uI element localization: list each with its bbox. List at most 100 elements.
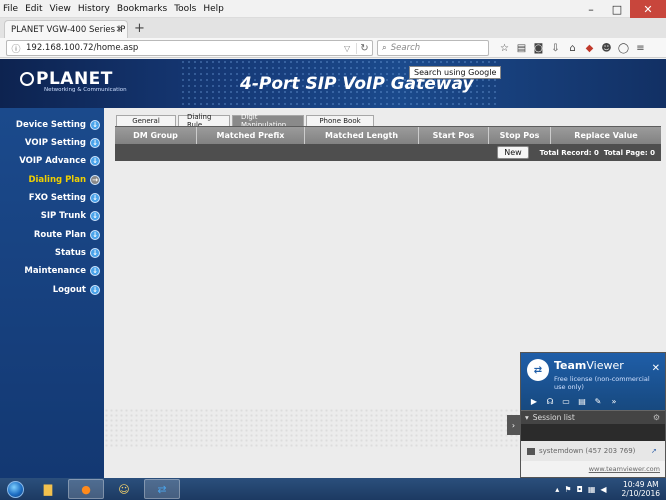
tab-dialing-rule[interactable]: Dialing Rule: [178, 113, 230, 129]
menu-history[interactable]: History: [78, 4, 110, 14]
info-icon[interactable]: ⓘ: [11, 43, 21, 55]
search-tooltip: Search using Google: [409, 66, 502, 79]
column-header: Matched Prefix: [197, 127, 305, 144]
tab-digit-manipulation[interactable]: Digit Manipulation: [232, 113, 304, 129]
clock[interactable]: 10:49 AM 2/10/2016: [622, 480, 660, 498]
taskbar-app[interactable]: ☺: [106, 479, 142, 499]
addon-icon[interactable]: ◆: [581, 40, 598, 56]
tab-general[interactable]: General: [116, 115, 176, 126]
file-icon[interactable]: ▤: [575, 397, 589, 406]
sidebar-item-dialing-plan[interactable]: Dialing Plan →: [28, 175, 100, 185]
headset-icon[interactable]: ☊: [543, 397, 557, 406]
close-window-icon[interactable]: ✕: [630, 0, 666, 18]
sidebar-item-voip-advance[interactable]: VOIP Advance ↓: [19, 156, 100, 166]
hello-icon[interactable]: ☻: [598, 40, 615, 56]
menu-file[interactable]: File: [3, 4, 18, 14]
sidebar-item-fxo-setting[interactable]: FXO Setting ↓: [29, 193, 100, 203]
decorative-dots: [104, 408, 519, 448]
sidebar-item-device-setting[interactable]: Device Setting ↓: [16, 120, 100, 130]
search-input[interactable]: ⌕ Search: [377, 40, 489, 56]
session-list-label: Session list: [532, 413, 575, 422]
url-bar[interactable]: ⓘ 192.168.100.72/home.asp ▽ ↻: [6, 40, 373, 56]
flag-icon[interactable]: ⚑: [564, 485, 571, 494]
teamviewer-link[interactable]: www.teamviewer.com: [589, 465, 660, 473]
gear-icon[interactable]: ⚙: [653, 413, 660, 422]
chat-icon[interactable]: ◯: [615, 40, 632, 56]
close-tab-icon[interactable]: ✕: [115, 25, 123, 35]
table-footer: New Total Record: 0 Total Page: 0: [115, 144, 661, 161]
teamviewer-icon: ⇄: [157, 482, 167, 496]
new-tab-icon[interactable]: +: [134, 21, 145, 36]
whiteboard-icon[interactable]: ✎: [591, 397, 605, 406]
bookmark-star-icon[interactable]: ☆: [496, 40, 513, 56]
arrow-down-icon: ↓: [90, 138, 100, 148]
tray-arrow-icon[interactable]: ▴: [555, 485, 559, 494]
session-item[interactable]: systemdown (457 203 769) ➚: [521, 441, 665, 461]
header-banner: PLANET Networking & Communication 4-Port…: [0, 59, 666, 108]
video-icon[interactable]: ▶: [527, 397, 541, 406]
chat-icon[interactable]: ▭: [559, 397, 573, 406]
sidebar-item-status[interactable]: Status ↓: [55, 248, 100, 258]
windows-orb-icon: [6, 480, 24, 498]
sidebar-item-voip-setting[interactable]: VOIP Setting ↓: [25, 138, 100, 148]
menu-tools[interactable]: Tools: [174, 4, 196, 14]
taskbar-explorer[interactable]: ▇: [30, 479, 66, 499]
arrow-down-icon: ↓: [90, 285, 100, 295]
column-header: DM Group: [115, 127, 197, 144]
teamviewer-tools: ▶ ☊ ▭ ▤ ✎ »: [527, 397, 623, 406]
arrow-down-icon: ↓: [90, 230, 100, 240]
total-record: Total Record: 0: [539, 148, 599, 157]
config-tabs: General Dialing Rule Digit Manipulation …: [116, 113, 376, 129]
network-icon[interactable]: ▦: [588, 485, 596, 494]
download-icon[interactable]: ⇩: [547, 40, 564, 56]
reload-icon[interactable]: ↻: [356, 42, 372, 54]
firefox-icon: ●: [81, 482, 91, 496]
home-icon[interactable]: ⌂: [564, 40, 581, 56]
start-button[interactable]: [0, 478, 30, 500]
collapse-arrow-icon[interactable]: ›: [507, 415, 520, 435]
close-icon[interactable]: ✕: [652, 363, 660, 374]
menu-view[interactable]: View: [50, 4, 71, 14]
column-header: Replace Value: [574, 131, 638, 140]
tab-strip: PLANET VGW-400 Series IP Tel... ✕ +: [0, 18, 666, 38]
menu-bar: File Edit View History Bookmarks Tools H…: [0, 0, 666, 18]
menu-bookmarks[interactable]: Bookmarks: [117, 4, 167, 14]
pocket-icon[interactable]: ◙: [530, 40, 547, 56]
arrow-down-icon: ↓: [90, 211, 100, 221]
arrow-down-icon: ↓: [90, 248, 100, 258]
url-text[interactable]: 192.168.100.72/home.asp: [26, 43, 344, 53]
chevron-down-icon[interactable]: ▽: [344, 44, 356, 53]
sidebar-item-route-plan[interactable]: Route Plan ↓: [34, 230, 100, 240]
expand-icon[interactable]: »: [607, 397, 621, 406]
menu-help[interactable]: Help: [203, 4, 224, 14]
taskbar: ▇ ● ☺ ⇄ ▴ ⚑ ◘ ▦ ◀ 10:49 AM 2/10/2016: [0, 478, 666, 500]
taskbar-teamviewer[interactable]: ⇄: [144, 479, 180, 499]
system-tray: ▴ ⚑ ◘ ▦ ◀ 10:49 AM 2/10/2016: [555, 478, 660, 500]
browser-tab[interactable]: PLANET VGW-400 Series IP Tel... ✕: [4, 20, 128, 38]
new-button[interactable]: New: [497, 146, 529, 159]
toolbar-icons: ☆ ▤ ◙ ⇩ ⌂ ◆ ☻ ◯ ≡: [496, 40, 649, 56]
tab-phone-book[interactable]: Phone Book: [306, 115, 374, 126]
hamburger-menu-icon[interactable]: ≡: [632, 40, 649, 56]
folder-icon: ▇: [43, 482, 53, 496]
minimize-icon[interactable]: –: [578, 0, 604, 18]
arrow-down-icon: ↓: [90, 156, 100, 166]
nav-bar: ⓘ 192.168.100.72/home.asp ▽ ↻ ⌕ Search ☆…: [0, 38, 666, 58]
sidebar-item-maintenance[interactable]: Maintenance ↓: [24, 266, 100, 276]
planet-logo: PLANET Networking & Communication: [20, 69, 127, 93]
column-header: Start Pos: [419, 127, 489, 144]
sidebar-item-logout[interactable]: Logout ↓: [53, 285, 100, 295]
teamviewer-name: TeamViewer: [554, 359, 624, 372]
brand-name: PLANET: [36, 69, 113, 89]
arrow-right-icon: →: [90, 175, 100, 185]
maximize-icon[interactable]: □: [604, 0, 630, 18]
tray-app-icon[interactable]: ◘: [576, 485, 582, 494]
triangle-down-icon: ▾: [525, 413, 529, 422]
clipboard-icon[interactable]: ▤: [513, 40, 530, 56]
taskbar-firefox[interactable]: ●: [68, 479, 104, 499]
menu-edit[interactable]: Edit: [25, 4, 42, 14]
search-placeholder: Search: [390, 43, 421, 53]
session-list-header[interactable]: ▾ Session list ⚙: [521, 410, 665, 424]
sidebar-item-sip-trunk[interactable]: SIP Trunk ↓: [41, 211, 100, 221]
volume-icon[interactable]: ◀: [600, 485, 606, 494]
